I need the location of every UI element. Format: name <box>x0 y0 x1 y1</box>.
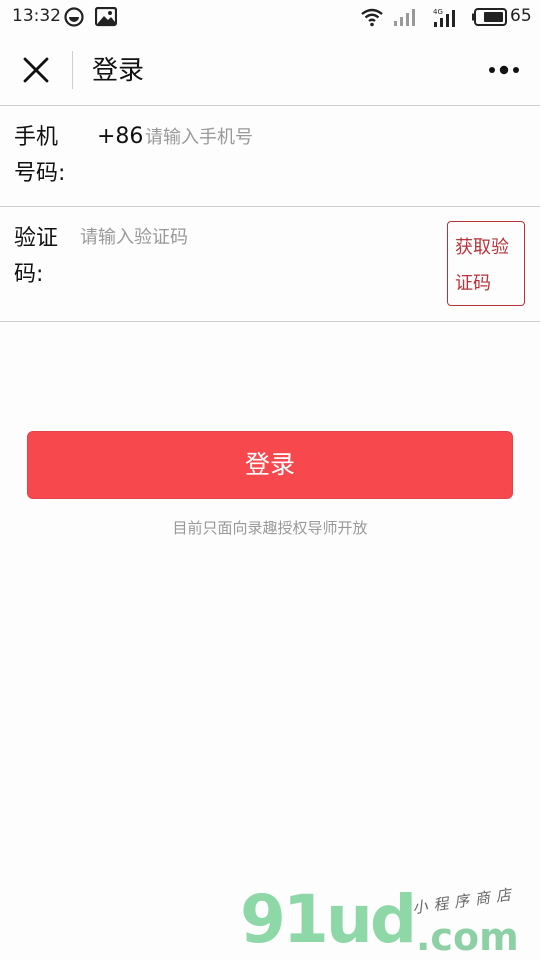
watermark-tagline: 小程序商店 <box>411 884 518 918</box>
wifi-icon <box>360 7 384 31</box>
login-button[interactable]: 登录 <box>27 431 513 499</box>
status-time: 13:32 <box>12 6 61 26</box>
image-notification-icon <box>94 6 118 31</box>
phone-label: 手机号码: <box>14 125 66 186</box>
divider <box>0 321 540 322</box>
watermark: 91ud 小程序商店 .com <box>240 885 540 960</box>
nav-bar: 登录 <box>0 34 540 105</box>
4g-signal-icon: 4G <box>432 7 462 33</box>
phone-input[interactable] <box>145 124 445 150</box>
watermark-logo: 91ud <box>240 881 417 958</box>
nav-divider <box>72 51 73 89</box>
watermark-domain: .com <box>416 915 519 959</box>
signal-icon <box>393 7 419 31</box>
browser-notification-icon <box>64 7 84 31</box>
code-label: 验证码: <box>14 226 59 287</box>
divider <box>0 206 540 207</box>
battery-icon <box>472 8 508 30</box>
battery-level: 65 <box>510 6 532 26</box>
get-code-button[interactable]: 获取验证码 <box>447 221 525 306</box>
more-icon <box>489 65 519 75</box>
divider <box>0 105 540 106</box>
more-button[interactable] <box>482 58 526 82</box>
status-bar: 13:32 4G 65 <box>0 0 540 34</box>
page-title: 登录 <box>92 56 145 86</box>
code-input[interactable] <box>80 224 380 250</box>
close-icon <box>23 57 49 83</box>
notice-text: 目前只面向录趣授权导师开放 <box>172 519 368 537</box>
close-button[interactable] <box>18 52 54 88</box>
phone-prefix: +86 <box>97 124 144 149</box>
svg-text:4G: 4G <box>433 8 443 16</box>
